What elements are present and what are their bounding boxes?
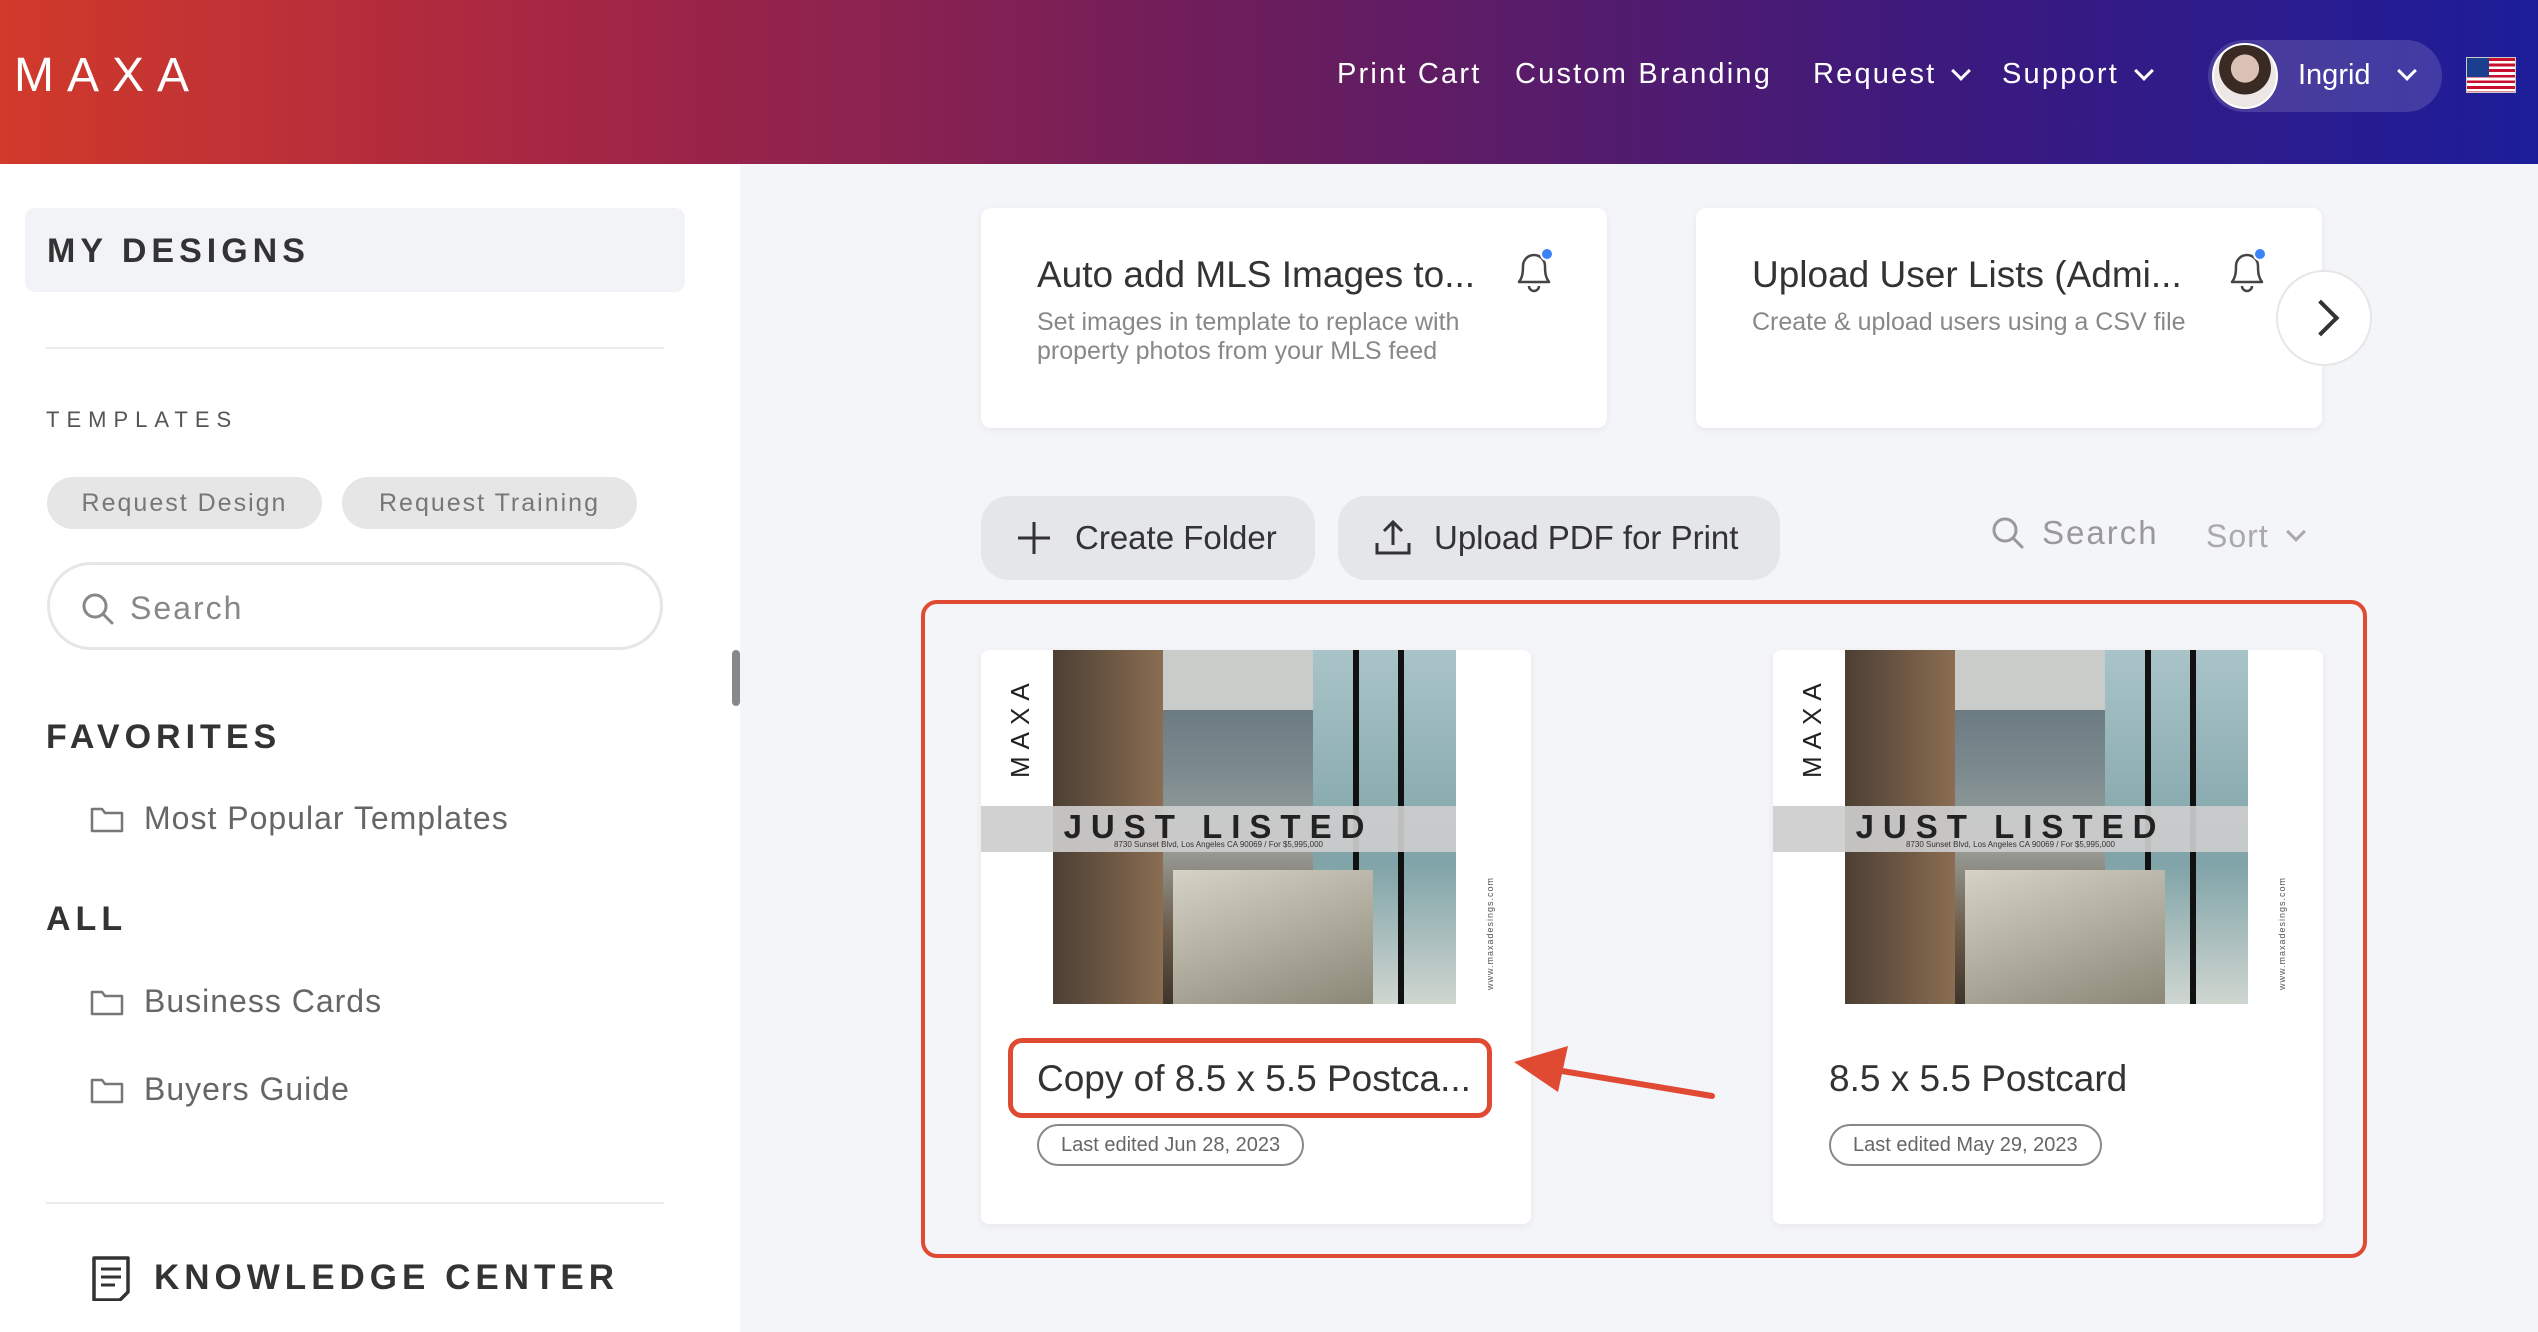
annotation-title-highlight — [1008, 1038, 1492, 1118]
thumbnail-address: 8730 Sunset Blvd, Los Angeles CA 90069 /… — [1113, 840, 1324, 849]
thumbnail-website: www.maxadesings.com — [1485, 876, 1495, 990]
folder-most-popular-templates[interactable]: Most Popular Templates — [90, 800, 509, 837]
nav-request-label: Request — [1813, 58, 1937, 90]
nav-support-label: Support — [2002, 58, 2119, 90]
all-heading: ALL — [46, 900, 128, 938]
bell-icon[interactable] — [2224, 246, 2270, 296]
divider — [46, 347, 664, 349]
notification-card-mls[interactable]: Auto add MLS Images to... Set images in … — [981, 208, 1607, 428]
nav-print-cart[interactable]: Print Cart — [1337, 58, 1481, 91]
last-edited-badge: Last edited May 29, 2023 — [1829, 1124, 2102, 1166]
notification-desc-line: Set images in template to replace with — [1037, 308, 1460, 336]
divider — [46, 1202, 664, 1204]
notification-title: Auto add MLS Images to... — [1037, 254, 1476, 295]
folder-buyers-guide[interactable]: Buyers Guide — [90, 1071, 350, 1108]
create-folder-button[interactable]: Create Folder — [981, 496, 1315, 580]
folder-icon — [90, 807, 124, 832]
sidebar-scrollbar[interactable] — [732, 650, 740, 706]
upload-pdf-button[interactable]: Upload PDF for Print — [1338, 496, 1780, 580]
notification-description: Create & upload users using a CSV file — [1752, 308, 2186, 337]
sort-dropdown[interactable]: Sort — [2206, 518, 2306, 555]
upload-pdf-label: Upload PDF for Print — [1434, 519, 1739, 556]
request-design-chip[interactable]: Request Design — [47, 477, 322, 529]
thumbnail-brand: MAXA — [1797, 676, 1827, 778]
maxa-logo[interactable]: MAXA — [14, 48, 202, 103]
bell-icon[interactable] — [1511, 246, 1557, 296]
design-title[interactable]: 8.5 x 5.5 Postcard — [1829, 1058, 2127, 1100]
design-thumbnail[interactable]: MAXA JUST LISTED 8730 Sunset Blvd, Los A… — [1773, 650, 2287, 1004]
notification-desc-line: property photos from your MLS feed — [1037, 337, 1438, 365]
search-icon — [82, 593, 114, 625]
plus-icon — [1018, 522, 1050, 554]
chevron-right-icon — [2302, 299, 2340, 337]
sidebar-search-input[interactable]: Search — [47, 562, 663, 650]
designs-search-label: Search — [2042, 514, 2159, 551]
last-edited-badge: Last edited Jun 28, 2023 — [1037, 1124, 1305, 1166]
folder-label: Most Popular Templates — [144, 800, 509, 836]
avatar — [2212, 43, 2278, 109]
annotation-arrow-icon — [1514, 1046, 1715, 1099]
nav-support[interactable]: Support — [2002, 58, 2154, 91]
thumbnail-brand: MAXA — [1005, 676, 1035, 778]
my-designs-label: MY DESIGNS — [47, 232, 310, 270]
folder-icon — [90, 1078, 124, 1103]
templates-heading: TEMPLATES — [46, 407, 239, 432]
my-designs-header[interactable]: MY DESIGNS — [25, 208, 685, 292]
nav-custom-branding-label: Custom Branding — [1515, 58, 1773, 90]
upload-icon — [1375, 519, 1411, 555]
chevron-down-icon — [2134, 60, 2154, 81]
folder-label: Buyers Guide — [144, 1071, 350, 1107]
thumbnail-address: 8730 Sunset Blvd, Los Angeles CA 90069 /… — [1905, 840, 2116, 849]
nav-print-cart-label: Print Cart — [1337, 58, 1482, 90]
create-folder-label: Create Folder — [1075, 519, 1277, 556]
us-flag-icon[interactable] — [2466, 57, 2516, 93]
folder-business-cards[interactable]: Business Cards — [90, 983, 382, 1020]
notification-title: Upload User Lists (Admi... — [1752, 254, 2182, 295]
nav-request[interactable]: Request — [1813, 58, 1972, 91]
folder-icon — [90, 990, 124, 1015]
sort-label: Sort — [2206, 518, 2269, 554]
document-icon — [92, 1256, 130, 1301]
chevron-down-icon — [2285, 521, 2306, 542]
design-card[interactable]: MAXA JUST LISTED 8730 Sunset Blvd, Los A… — [1773, 650, 2323, 1224]
sidebar-search-placeholder: Search — [130, 590, 244, 626]
chevron-down-icon — [2397, 61, 2417, 81]
notification-description: Set images in template to replace with p… — [1037, 308, 1459, 366]
knowledge-center-link[interactable]: KNOWLEDGE CENTER — [90, 1255, 619, 1301]
designs-search[interactable]: Search — [1990, 514, 2159, 552]
folder-label: Business Cards — [144, 983, 383, 1019]
carousel-next-button[interactable] — [2276, 270, 2372, 366]
chevron-down-icon — [1951, 60, 1972, 81]
user-name: Ingrid — [2298, 59, 2371, 91]
user-menu[interactable]: Ingrid — [2208, 40, 2442, 112]
nav-custom-branding[interactable]: Custom Branding — [1515, 58, 1772, 91]
search-icon — [1992, 517, 2024, 549]
notification-desc-line: Create & upload users using a CSV file — [1752, 308, 2186, 336]
design-thumbnail[interactable]: MAXA JUST LISTED 8730 Sunset Blvd, Los A… — [981, 650, 1495, 1004]
notification-card-upload-users[interactable]: Upload User Lists (Admi... Create & uplo… — [1696, 208, 2322, 428]
request-training-chip[interactable]: Request Training — [342, 477, 637, 529]
top-navbar: MAXA Print Cart Custom Branding Request … — [0, 0, 2538, 164]
design-card[interactable]: MAXA JUST LISTED 8730 Sunset Blvd, Los A… — [981, 650, 1531, 1224]
thumbnail-banner: JUST LISTED 8730 Sunset Blvd, Los Angele… — [1773, 806, 2248, 852]
favorites-heading: FAVORITES — [46, 718, 282, 756]
knowledge-center-label: KNOWLEDGE CENTER — [154, 1258, 619, 1297]
thumbnail-website: www.maxadesings.com — [2277, 876, 2287, 990]
thumbnail-banner: JUST LISTED 8730 Sunset Blvd, Los Angele… — [981, 806, 1456, 852]
